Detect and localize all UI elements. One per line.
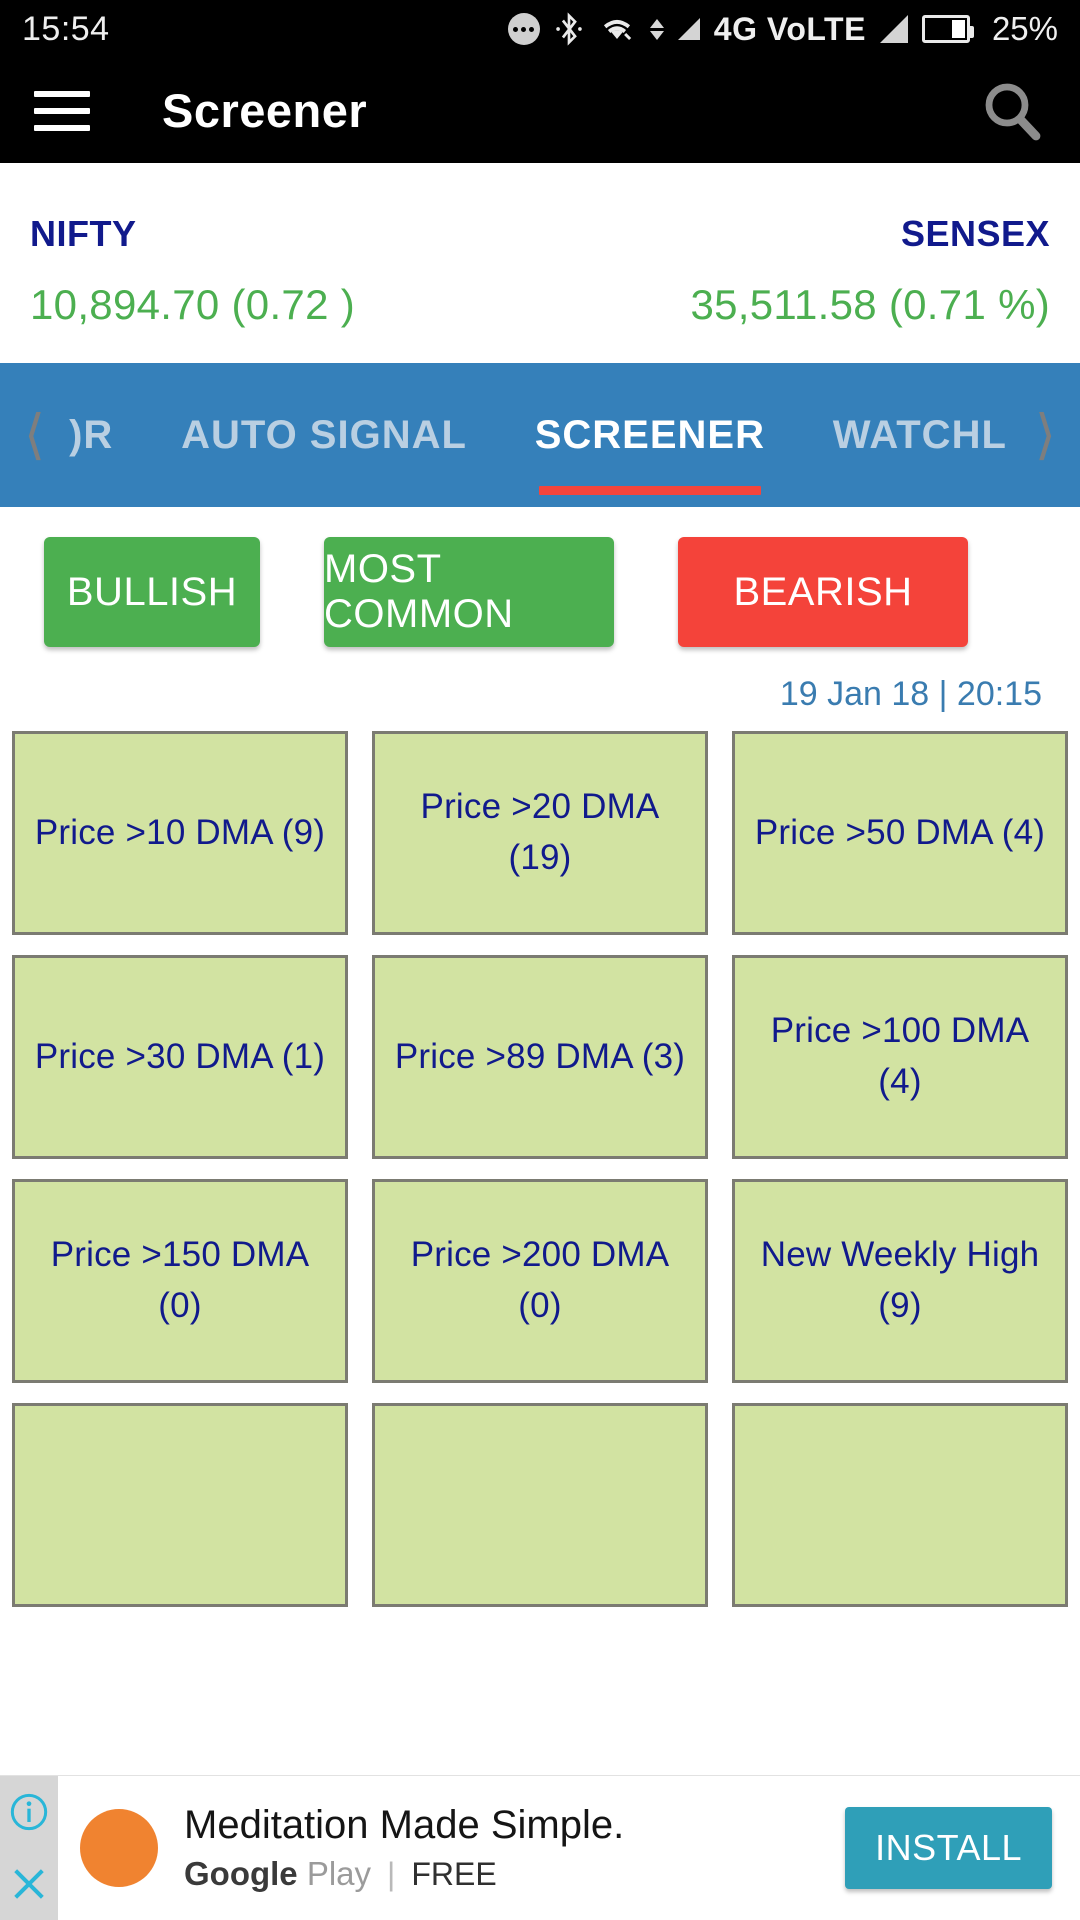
wifi-icon: [603, 20, 631, 41]
page-title: Screener: [162, 84, 368, 137]
index-name-nifty: NIFTY: [30, 213, 137, 254]
screener-tile[interactable]: Price >50 DMA (4): [732, 731, 1068, 935]
screener-tile[interactable]: Price >100 DMA (4): [732, 955, 1068, 1159]
data-transfer-icon: [649, 18, 664, 40]
screener-tile-label: Price >30 DMA (1): [34, 1036, 326, 1076]
bearish-button[interactable]: BEARISH: [678, 537, 968, 647]
ad-banner: Meditation Made Simple. Google Play | FR…: [0, 1775, 1080, 1920]
bullish-button[interactable]: BULLISH: [44, 537, 260, 647]
screener-tile[interactable]: Price >150 DMA (0): [12, 1179, 348, 1383]
screener-tile[interactable]: [372, 1403, 708, 1607]
screener-tile-label: Price >100 DMA (4): [770, 1011, 1030, 1101]
ad-title: Meditation Made Simple.: [184, 1803, 625, 1847]
screener-tile-grid: Price >10 DMA (9) Price >20 DMA (19) Pri…: [0, 731, 1080, 1607]
screener-tile-label: Price >50 DMA (4): [754, 812, 1046, 852]
battery-percent-label: 25%: [991, 10, 1058, 47]
screener-tile[interactable]: Price >200 DMA (0): [372, 1179, 708, 1383]
phone-screen: 15:54 4G VoLTE 25% Screener NIFTY SENSEX…: [0, 0, 1080, 1920]
most-common-button[interactable]: MOST COMMON: [324, 537, 614, 647]
info-icon[interactable]: [0, 1775, 58, 1848]
last-updated-timestamp: 19 Jan 18 | 20:15: [779, 675, 1042, 713]
google-play-google: Google: [184, 1855, 298, 1892]
screener-tile-label: Price >20 DMA (19): [420, 787, 660, 877]
screener-tile[interactable]: [12, 1403, 348, 1607]
google-play-badge: Google Play: [184, 1855, 371, 1893]
install-button[interactable]: INSTALL: [845, 1807, 1052, 1889]
tab-major[interactable]: )R: [69, 363, 113, 507]
search-icon[interactable]: [980, 79, 1044, 143]
screener-tile-label: Price >10 DMA (9): [34, 812, 326, 852]
index-name-sensex: SENSEX: [900, 213, 1050, 254]
screener-tile[interactable]: Price >89 DMA (3): [372, 955, 708, 1159]
screener-tile[interactable]: Price >30 DMA (1): [12, 955, 348, 1159]
bluetooth-icon: [556, 12, 582, 46]
app-circle-icon: [80, 1809, 158, 1887]
index-strip: NIFTY SENSEX 10,894.70 (0.72 ) 35,511.58…: [0, 163, 1080, 363]
screener-tile-label: Price >200 DMA (0): [410, 1235, 670, 1325]
screener-tile[interactable]: New Weekly High (9): [732, 1179, 1068, 1383]
tab-strip: ⟨ )R AUTO SIGNAL SCREENER WATCHL ⟩: [0, 363, 1080, 507]
signal-icon: [677, 18, 700, 40]
signal-icon-2: [879, 15, 908, 43]
status-bar-clock: 15:54: [22, 9, 110, 48]
tab-auto-signal[interactable]: AUTO SIGNAL: [181, 363, 467, 507]
chevron-right-icon[interactable]: ⟩: [1011, 408, 1080, 462]
battery-icon: [921, 15, 974, 43]
close-icon[interactable]: [0, 1848, 58, 1920]
hamburger-menu-icon[interactable]: [34, 90, 90, 131]
app-bar: Screener: [0, 58, 1080, 163]
chevron-left-icon[interactable]: ⟨: [0, 408, 69, 462]
index-value-sensex: 35,511.58 (0.71 %): [690, 281, 1050, 328]
tab-screener[interactable]: SCREENER: [535, 363, 765, 507]
screener-tile[interactable]: [732, 1403, 1068, 1607]
google-play-play: Play: [297, 1855, 372, 1892]
screener-tile-label: Price >150 DMA (0): [50, 1235, 310, 1325]
status-bar: 15:54 4G VoLTE 25%: [0, 0, 1080, 58]
network-type-label: 4G VoLTE: [713, 10, 866, 47]
ad-price-label: FREE: [411, 1855, 497, 1892]
more-dots-icon: [507, 13, 540, 45]
screener-tile-label: Price >89 DMA (3): [394, 1036, 686, 1076]
index-value-nifty: 10,894.70 (0.72 ): [30, 281, 356, 328]
sentiment-filter-row: BULLISH MOST COMMON BEARISH: [0, 507, 1080, 657]
ad-divider: |: [387, 1855, 396, 1892]
screener-tile[interactable]: Price >20 DMA (19): [372, 731, 708, 935]
screener-tile-label: New Weekly High (9): [760, 1235, 1040, 1325]
screener-tile[interactable]: Price >10 DMA (9): [12, 731, 348, 935]
tab-watchlist[interactable]: WATCHL: [833, 363, 1007, 507]
